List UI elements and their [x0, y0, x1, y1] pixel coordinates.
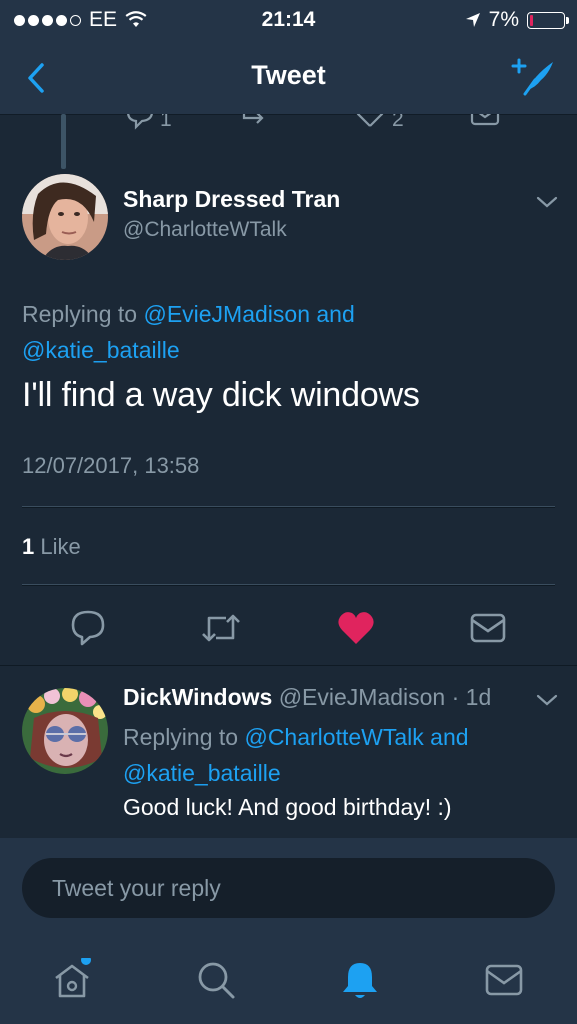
reply-header: DickWindows @EvieJMadison · 1d [123, 684, 491, 711]
retweet-icon [202, 614, 240, 642]
reply-composer [0, 838, 577, 938]
display-name[interactable]: DickWindows [123, 684, 272, 710]
new-content-indicator [81, 955, 91, 965]
notifications-icon [343, 963, 377, 998]
location-arrow-icon [465, 13, 480, 27]
tab-notifications[interactable] [338, 958, 382, 1002]
tweet-age: · 1d [451, 684, 492, 710]
replying-to-prefix: Replying to [123, 724, 245, 750]
mail-icon[interactable] [470, 114, 500, 130]
like-label: Like [34, 534, 81, 559]
mention-link[interactable]: @CharlotteWTalk [244, 724, 423, 750]
tab-messages[interactable] [482, 958, 526, 1002]
status-right: 7% [465, 8, 569, 32]
chevron-down-icon[interactable] [535, 692, 559, 708]
replying-to: Replying to @CharlotteWTalk and @katie_b… [123, 719, 543, 791]
chevron-down-icon[interactable] [535, 194, 559, 210]
replying-and[interactable]: and [424, 724, 468, 750]
reply-button[interactable] [68, 608, 108, 648]
tweet-actions [0, 608, 577, 648]
parent-tweet-actions: 1 2 [0, 114, 577, 136]
user-handle[interactable]: @EvieJMadison [279, 684, 446, 710]
compose-tweet-icon [511, 58, 553, 96]
reply-icon [71, 610, 105, 646]
tab-bar [0, 938, 577, 1024]
retweet-button[interactable] [200, 608, 240, 648]
display-name[interactable]: Sharp Dressed Tran [123, 186, 340, 213]
tab-search[interactable] [194, 958, 238, 1002]
retweet-icon[interactable] [240, 114, 274, 130]
battery-percent: 7% [488, 8, 519, 31]
search-icon [198, 962, 235, 999]
tab-home[interactable] [50, 955, 94, 1002]
like-count: 1 [22, 534, 35, 559]
mail-icon [470, 613, 506, 643]
reply-tweet[interactable]: DickWindows @EvieJMadison · 1d Replying … [0, 665, 577, 838]
divider [22, 584, 555, 586]
replying-to-prefix: Replying to [22, 301, 144, 327]
status-bar: EE 21:14 7% [0, 0, 577, 40]
avatar[interactable] [22, 174, 108, 260]
mention-link[interactable]: @katie_bataille [123, 760, 281, 786]
messages-icon [485, 964, 523, 996]
like-button[interactable] [336, 608, 376, 648]
like-outline-icon[interactable] [354, 114, 386, 130]
heart-filled-icon [338, 612, 374, 644]
compose-tweet-button[interactable] [511, 54, 559, 100]
mention-link[interactable]: @EvieJMadison [143, 301, 310, 327]
mention-link[interactable]: @katie_bataille [22, 337, 180, 363]
user-handle[interactable]: @CharlotteWTalk [123, 218, 287, 242]
parent-reply-count: 1 [160, 114, 172, 131]
reply-icon[interactable] [124, 114, 156, 130]
direct-message-button[interactable] [468, 608, 508, 648]
reply-input[interactable] [22, 858, 555, 918]
home-icon [55, 955, 91, 998]
replying-to: Replying to @EvieJMadison and @katie_bat… [22, 296, 542, 368]
tweet-text: Good luck! And good birthday! :) [123, 794, 452, 820]
tweet-text: I'll find a way dick windows [22, 376, 420, 414]
divider [22, 506, 555, 508]
replying-and[interactable]: and [310, 301, 354, 327]
battery-icon [527, 11, 569, 29]
parent-like-count: 2 [392, 114, 404, 131]
battery-level [530, 14, 533, 26]
likes-stat[interactable]: 1 Like [22, 534, 81, 560]
tweet-timestamp: 12/07/2017, 13:58 [22, 453, 200, 478]
navigation-bar: Tweet [0, 40, 577, 115]
page-title: Tweet [251, 60, 326, 90]
thread-connector-line [61, 114, 66, 169]
avatar[interactable] [22, 688, 108, 774]
